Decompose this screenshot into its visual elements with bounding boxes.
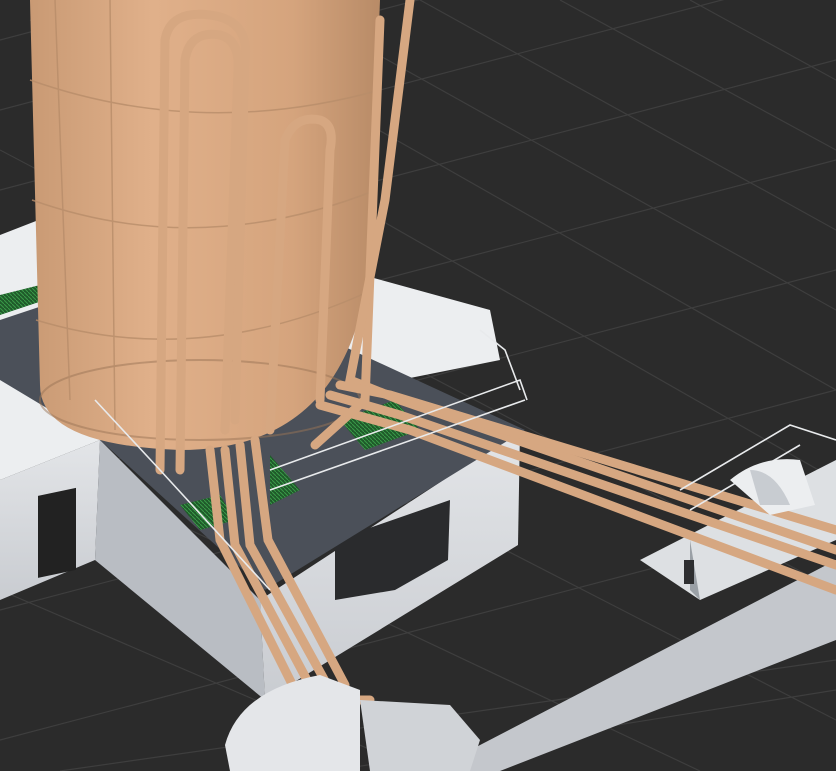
scene-render[interactable]	[0, 0, 836, 771]
3d-viewport[interactable]	[0, 0, 836, 771]
